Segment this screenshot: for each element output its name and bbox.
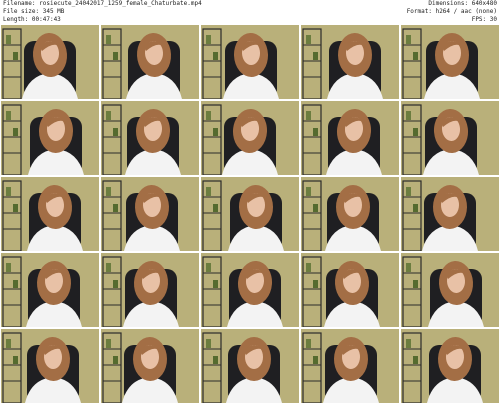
format-label: Format: h264 / aac (none) [406,8,497,15]
webcam-scene [301,101,399,175]
filename-label: Filename: rosiecute_24042017_1259_female… [3,0,202,7]
thumbnail-frame [1,25,99,99]
webcam-scene [101,101,199,175]
webcam-scene [101,329,199,403]
thumbnail-frame [301,253,399,327]
thumbnail-frame [401,25,499,99]
thumbnail-frame [201,329,299,403]
webcam-scene [401,177,499,251]
video-info: Dimensions: 640x480 Format: h264 / aac (… [407,0,497,24]
webcam-scene [401,101,499,175]
thumbnail-frame [401,101,499,175]
thumbnail-frame [201,253,299,327]
webcam-scene [401,253,499,327]
thumbnail-frame [401,177,499,251]
webcam-scene [201,101,299,175]
length-label: Length: 00:47:43 [3,16,61,23]
thumbnail-frame [301,101,399,175]
thumbnail-frame [301,25,399,99]
webcam-scene [401,329,499,403]
thumbnail-frame [201,101,299,175]
webcam-scene [201,329,299,403]
webcam-scene [1,329,99,403]
thumbnail-frame [101,25,199,99]
thumbnail-frame [301,329,399,403]
webcam-scene [201,253,299,327]
fps-label: FPS: 30 [471,16,497,23]
webcam-scene [301,177,399,251]
webcam-scene [201,177,299,251]
dimensions-label: Dimensions: 640x480 [428,0,497,7]
webcam-scene [401,25,499,99]
thumbnail-frame [101,329,199,403]
thumbnail-frame [201,177,299,251]
webcam-scene [301,329,399,403]
thumbnail-frame [1,253,99,327]
thumbnail-frame [401,253,499,327]
webcam-scene [301,253,399,327]
thumbnail-frame [1,329,99,403]
webcam-scene [1,177,99,251]
thumbnail-frame [1,177,99,251]
thumbnail-frame [301,177,399,251]
thumbnail-frame [101,253,199,327]
contact-sheet-header: Filename: rosiecute_24042017_1259_female… [0,0,500,24]
thumbnail-frame [101,101,199,175]
webcam-scene [1,101,99,175]
webcam-scene [1,25,99,99]
webcam-scene [101,253,199,327]
webcam-scene [301,25,399,99]
thumbnail-frame [401,329,499,403]
thumbnail-frame [201,25,299,99]
thumbnail-frame [101,177,199,251]
webcam-scene [201,25,299,99]
filesize-label: File size: 345 MB [3,8,65,15]
webcam-scene [101,177,199,251]
webcam-scene [101,25,199,99]
thumbnail-grid [0,24,500,404]
webcam-scene [1,253,99,327]
file-info: Filename: rosiecute_24042017_1259_female… [3,0,202,24]
thumbnail-frame [1,101,99,175]
